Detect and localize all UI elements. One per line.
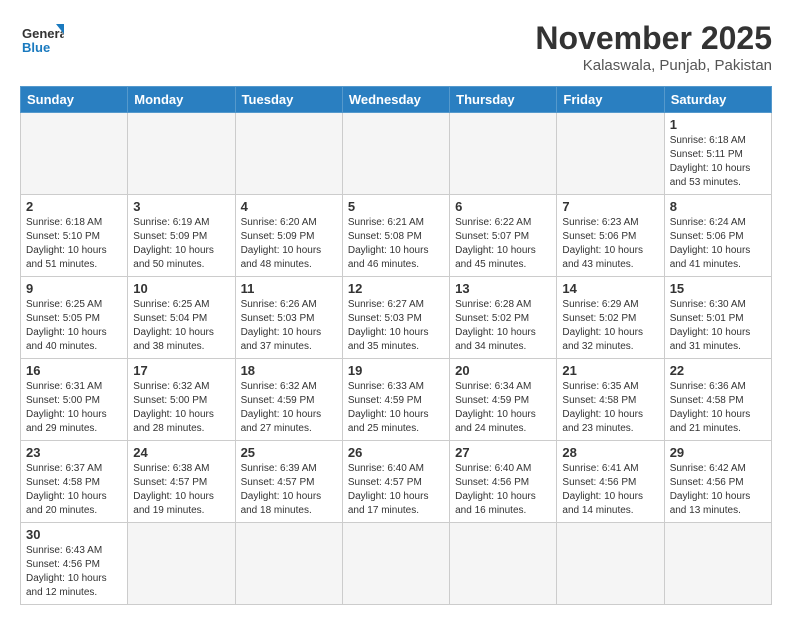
day-2: 2 Sunrise: 6:18 AMSunset: 5:10 PMDayligh… <box>21 195 128 277</box>
empty-cell <box>235 113 342 195</box>
day-13: 13 Sunrise: 6:28 AMSunset: 5:02 PMDaylig… <box>450 277 557 359</box>
day-24: 24 Sunrise: 6:38 AMSunset: 4:57 PMDaylig… <box>128 441 235 523</box>
calendar-row-6: 30 Sunrise: 6:43 AMSunset: 4:56 PMDaylig… <box>21 523 772 605</box>
day-29: 29 Sunrise: 6:42 AMSunset: 4:56 PMDaylig… <box>664 441 771 523</box>
header-saturday: Saturday <box>664 87 771 113</box>
day-7: 7 Sunrise: 6:23 AMSunset: 5:06 PMDayligh… <box>557 195 664 277</box>
day-14: 14 Sunrise: 6:29 AMSunset: 5:02 PMDaylig… <box>557 277 664 359</box>
day-25: 25 Sunrise: 6:39 AMSunset: 4:57 PMDaylig… <box>235 441 342 523</box>
logo: General Blue <box>20 20 64 64</box>
title-area: November 2025 Kalaswala, Punjab, Pakista… <box>535 20 772 74</box>
day-10: 10 Sunrise: 6:25 AMSunset: 5:04 PMDaylig… <box>128 277 235 359</box>
calendar-row-4: 16 Sunrise: 6:31 AMSunset: 5:00 PMDaylig… <box>21 359 772 441</box>
day-28: 28 Sunrise: 6:41 AMSunset: 4:56 PMDaylig… <box>557 441 664 523</box>
calendar-row-2: 2 Sunrise: 6:18 AMSunset: 5:10 PMDayligh… <box>21 195 772 277</box>
day-4: 4 Sunrise: 6:20 AMSunset: 5:09 PMDayligh… <box>235 195 342 277</box>
day-11: 11 Sunrise: 6:26 AMSunset: 5:03 PMDaylig… <box>235 277 342 359</box>
day-26: 26 Sunrise: 6:40 AMSunset: 4:57 PMDaylig… <box>342 441 449 523</box>
empty-cell <box>21 113 128 195</box>
day-20: 20 Sunrise: 6:34 AMSunset: 4:59 PMDaylig… <box>450 359 557 441</box>
empty-cell <box>342 523 449 605</box>
day-27: 27 Sunrise: 6:40 AMSunset: 4:56 PMDaylig… <box>450 441 557 523</box>
header-wednesday: Wednesday <box>342 87 449 113</box>
day-9: 9 Sunrise: 6:25 AMSunset: 5:05 PMDayligh… <box>21 277 128 359</box>
weekday-header-row: Sunday Monday Tuesday Wednesday Thursday… <box>21 87 772 113</box>
day-1: 1 Sunrise: 6:18 AMSunset: 5:11 PMDayligh… <box>664 113 771 195</box>
empty-cell <box>128 523 235 605</box>
day-18: 18 Sunrise: 6:32 AMSunset: 4:59 PMDaylig… <box>235 359 342 441</box>
header-tuesday: Tuesday <box>235 87 342 113</box>
calendar-table: Sunday Monday Tuesday Wednesday Thursday… <box>20 86 772 605</box>
empty-cell <box>450 113 557 195</box>
header-sunday: Sunday <box>21 87 128 113</box>
day-21: 21 Sunrise: 6:35 AMSunset: 4:58 PMDaylig… <box>557 359 664 441</box>
day-3: 3 Sunrise: 6:19 AMSunset: 5:09 PMDayligh… <box>128 195 235 277</box>
calendar-row-5: 23 Sunrise: 6:37 AMSunset: 4:58 PMDaylig… <box>21 441 772 523</box>
svg-text:Blue: Blue <box>22 40 50 55</box>
day-19: 19 Sunrise: 6:33 AMSunset: 4:59 PMDaylig… <box>342 359 449 441</box>
logo-icon: General Blue <box>20 20 64 64</box>
empty-cell <box>235 523 342 605</box>
header-thursday: Thursday <box>450 87 557 113</box>
day-16: 16 Sunrise: 6:31 AMSunset: 5:00 PMDaylig… <box>21 359 128 441</box>
empty-cell <box>557 113 664 195</box>
empty-cell <box>128 113 235 195</box>
empty-cell <box>557 523 664 605</box>
calendar-row-3: 9 Sunrise: 6:25 AMSunset: 5:05 PMDayligh… <box>21 277 772 359</box>
day-6: 6 Sunrise: 6:22 AMSunset: 5:07 PMDayligh… <box>450 195 557 277</box>
day-5: 5 Sunrise: 6:21 AMSunset: 5:08 PMDayligh… <box>342 195 449 277</box>
day-12: 12 Sunrise: 6:27 AMSunset: 5:03 PMDaylig… <box>342 277 449 359</box>
empty-cell <box>342 113 449 195</box>
header-friday: Friday <box>557 87 664 113</box>
subtitle: Kalaswala, Punjab, Pakistan <box>535 57 772 74</box>
empty-cell <box>450 523 557 605</box>
day-23: 23 Sunrise: 6:37 AMSunset: 4:58 PMDaylig… <box>21 441 128 523</box>
calendar-row-1: 1 Sunrise: 6:18 AMSunset: 5:11 PMDayligh… <box>21 113 772 195</box>
empty-cell <box>664 523 771 605</box>
svg-text:General: General <box>22 26 64 41</box>
header-monday: Monday <box>128 87 235 113</box>
day-17: 17 Sunrise: 6:32 AMSunset: 5:00 PMDaylig… <box>128 359 235 441</box>
header: General Blue November 2025 Kalaswala, Pu… <box>20 20 772 74</box>
day-8: 8 Sunrise: 6:24 AMSunset: 5:06 PMDayligh… <box>664 195 771 277</box>
day-22: 22 Sunrise: 6:36 AMSunset: 4:58 PMDaylig… <box>664 359 771 441</box>
day-15: 15 Sunrise: 6:30 AMSunset: 5:01 PMDaylig… <box>664 277 771 359</box>
day-30: 30 Sunrise: 6:43 AMSunset: 4:56 PMDaylig… <box>21 523 128 605</box>
month-title: November 2025 <box>535 20 772 57</box>
